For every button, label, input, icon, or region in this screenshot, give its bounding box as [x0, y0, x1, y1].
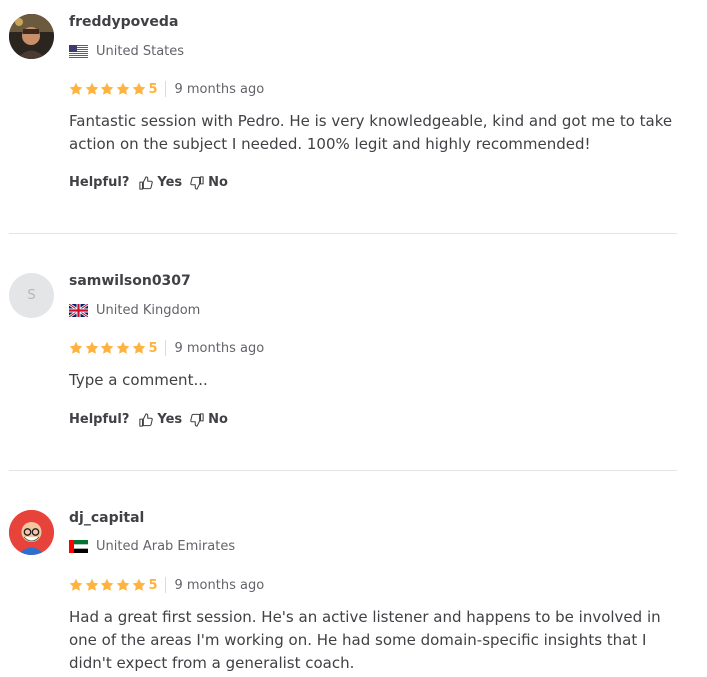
star-icon — [101, 341, 114, 354]
avatar[interactable] — [9, 510, 54, 555]
helpful-label: Helpful? — [69, 175, 130, 190]
username[interactable]: samwilson0307 — [69, 273, 191, 289]
star-icon — [85, 341, 98, 354]
country-label: United Kingdom — [96, 303, 201, 318]
user-photo-icon — [9, 14, 54, 59]
star-rating — [69, 578, 147, 592]
username[interactable]: freddypoveda — [69, 14, 178, 30]
rating-score: 5 — [148, 577, 158, 593]
country: United Arab Emirates — [69, 539, 235, 554]
star-icon — [85, 578, 98, 591]
us-flag-icon — [69, 45, 88, 58]
star-icon — [69, 578, 83, 591]
review-comment: Fantastic session with Pedro. He is very… — [69, 112, 673, 153]
cartoon-avatar-icon — [9, 510, 54, 555]
rating: 5 9 months ago — [69, 339, 264, 357]
star-icon — [132, 82, 146, 95]
avatar[interactable] — [9, 14, 54, 59]
avatar-letter: S — [27, 288, 36, 303]
helpful-yes-button[interactable]: Yes — [139, 412, 182, 427]
star-icon — [132, 341, 146, 354]
star-icon — [85, 82, 98, 95]
review-time: 9 months ago — [174, 340, 265, 356]
divider — [165, 340, 167, 356]
star-icon — [116, 82, 130, 95]
country: United Kingdom — [69, 303, 200, 318]
thumbs-down-icon — [190, 175, 204, 190]
star-rating — [69, 341, 147, 355]
rating-score: 5 — [148, 81, 158, 97]
review-time: 9 months ago — [174, 81, 265, 97]
no-label: No — [208, 412, 228, 427]
yes-label: Yes — [157, 412, 183, 427]
star-icon — [101, 82, 114, 95]
review-comment: Type a comment... — [69, 371, 208, 389]
review-time: 9 months ago — [174, 577, 265, 593]
review-divider — [9, 233, 677, 234]
helpful-yes-button[interactable]: Yes — [139, 175, 182, 190]
uae-flag-icon — [69, 540, 88, 553]
helpful-no-button[interactable]: No — [190, 175, 228, 190]
thumbs-up-icon — [139, 412, 154, 427]
helpful-row: Helpful? Yes No — [69, 175, 236, 190]
rating: 5 9 months ago — [69, 576, 264, 594]
country-label: United Arab Emirates — [96, 539, 236, 554]
star-icon — [69, 82, 83, 95]
no-label: No — [208, 175, 228, 190]
thumbs-up-icon — [139, 175, 154, 190]
rating: 5 9 months ago — [69, 80, 264, 98]
avatar[interactable]: S — [9, 273, 54, 318]
star-icon — [132, 578, 146, 591]
divider — [165, 81, 167, 97]
yes-label: Yes — [157, 175, 183, 190]
star-icon — [101, 578, 114, 591]
divider — [165, 577, 167, 593]
country-label: United States — [96, 44, 185, 59]
review-divider — [9, 470, 677, 471]
star-icon — [116, 341, 130, 354]
rating-score: 5 — [148, 340, 158, 356]
star-rating — [69, 82, 147, 96]
helpful-no-button[interactable]: No — [190, 412, 228, 427]
star-icon — [69, 341, 83, 354]
uk-flag-icon — [69, 304, 88, 317]
country: United States — [69, 44, 184, 59]
username[interactable]: dj_capital — [69, 510, 144, 526]
thumbs-down-icon — [190, 412, 204, 427]
helpful-row: Helpful? Yes No — [69, 412, 236, 427]
star-icon — [116, 578, 130, 591]
helpful-label: Helpful? — [69, 412, 130, 427]
review-comment: Had a great first session. He's an activ… — [69, 608, 661, 672]
